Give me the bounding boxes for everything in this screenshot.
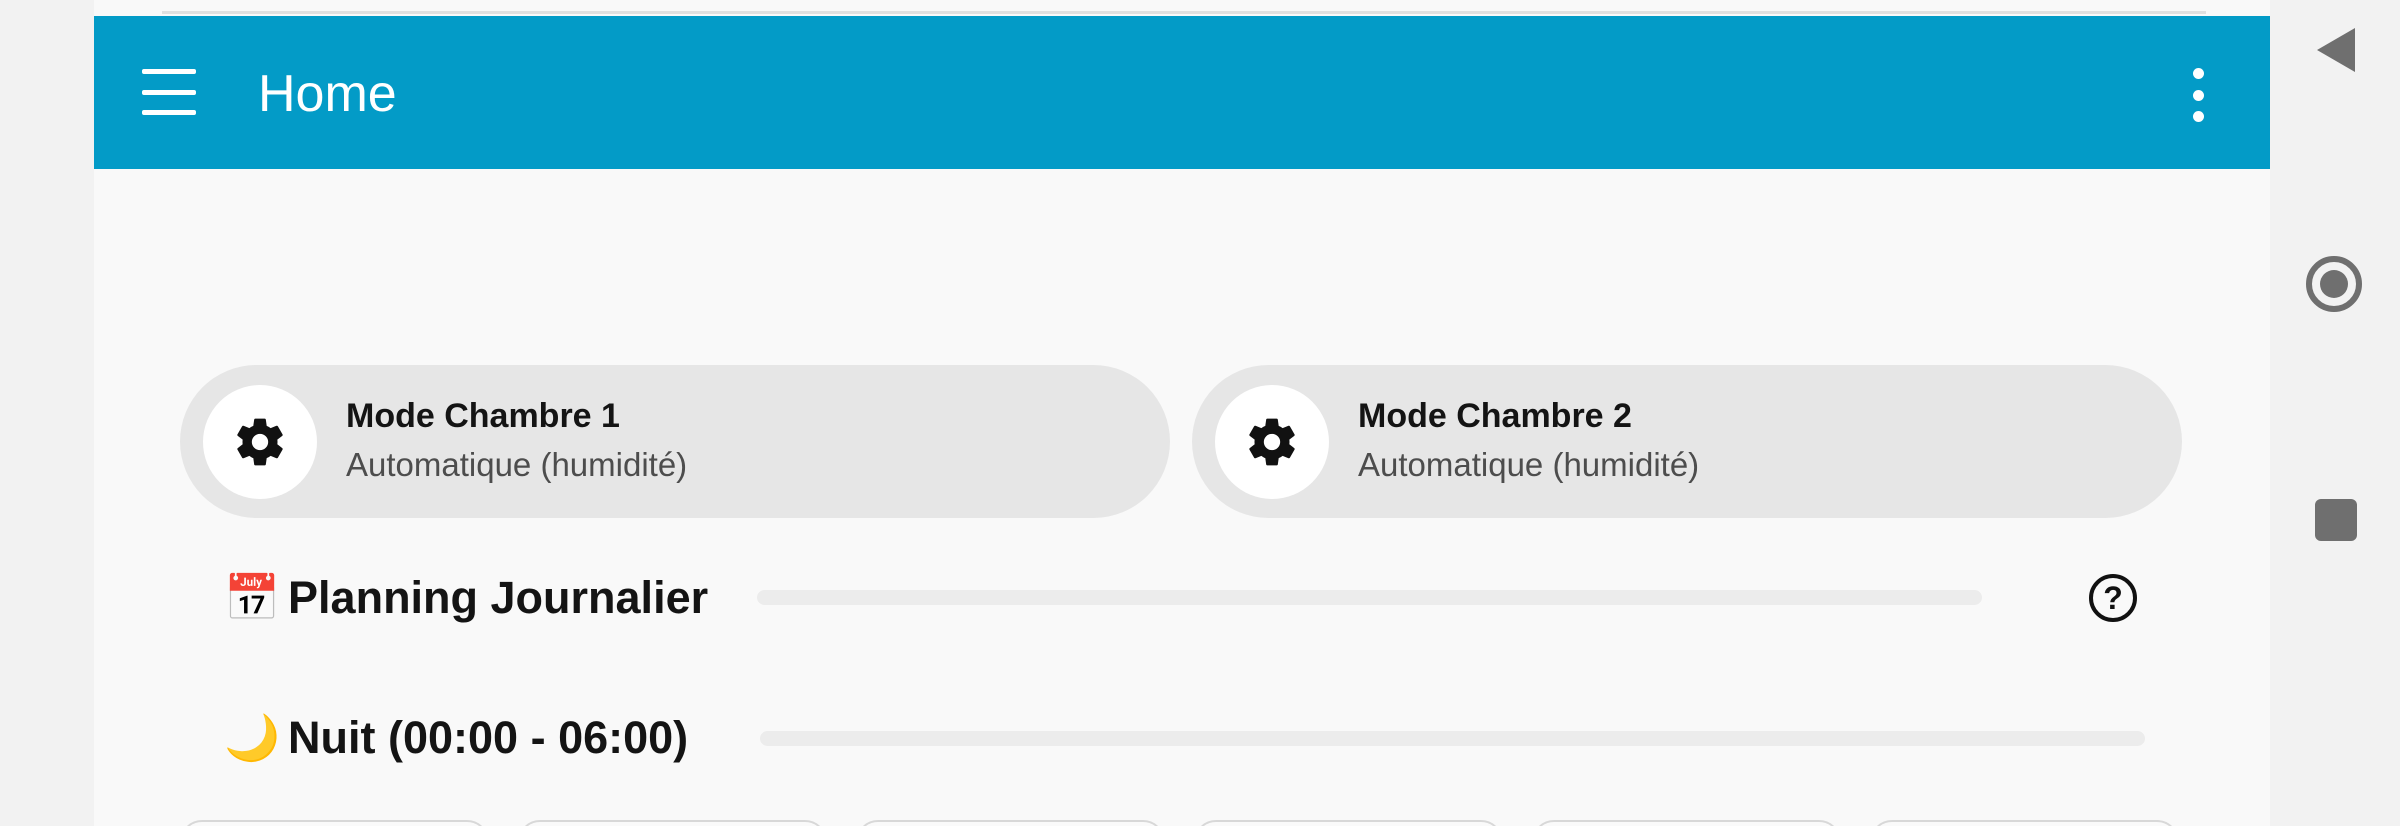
help-circle-icon[interactable]: ? — [2089, 574, 2137, 622]
app-bar: Home — [94, 16, 2270, 169]
page-title: Home — [258, 65, 397, 123]
card-title: Mode Chambre 2 — [1358, 397, 1632, 435]
recents-square-icon[interactable] — [2315, 499, 2357, 541]
planning-divider — [757, 590, 1982, 605]
planning-title: Planning Journalier — [288, 572, 709, 623]
app-window: Home Mode Chambre 1 Automatique (humidit… — [94, 0, 2270, 826]
more-vertical-icon[interactable] — [2184, 68, 2212, 122]
schedule-chip[interactable] — [1870, 820, 2179, 826]
schedule-chip[interactable] — [1532, 820, 1841, 826]
system-nav-bar — [2270, 0, 2400, 826]
gear-icon — [203, 385, 317, 499]
hamburger-menu-icon[interactable] — [142, 69, 196, 115]
night-heading: 🌙 Nuit (00:00 - 06:00) — [224, 710, 688, 766]
schedule-chip[interactable] — [1194, 820, 1503, 826]
planning-heading: 📅 Planning Journalier — [224, 570, 708, 626]
home-circle-icon[interactable] — [2306, 256, 2362, 312]
night-title: Nuit (00:00 - 06:00) — [288, 712, 689, 763]
schedule-chip[interactable] — [180, 820, 489, 826]
moon-icon: 🌙 — [224, 711, 281, 764]
schedule-chip[interactable] — [518, 820, 827, 826]
gear-icon — [1215, 385, 1329, 499]
calendar-icon: 📅 — [224, 571, 281, 624]
card-state: Automatique (humidité) — [1358, 446, 1700, 483]
mode-chambre-2-card[interactable]: Mode Chambre 2 Automatique (humidité) — [1192, 365, 2182, 518]
schedule-chip[interactable] — [856, 820, 1165, 826]
card-title: Mode Chambre 1 — [346, 397, 620, 435]
back-triangle-icon[interactable] — [2315, 26, 2357, 74]
card-state: Automatique (humidité) — [346, 446, 688, 483]
status-divider — [162, 11, 2206, 14]
night-divider — [760, 731, 2145, 746]
mode-chambre-1-card[interactable]: Mode Chambre 1 Automatique (humidité) — [180, 365, 1170, 518]
